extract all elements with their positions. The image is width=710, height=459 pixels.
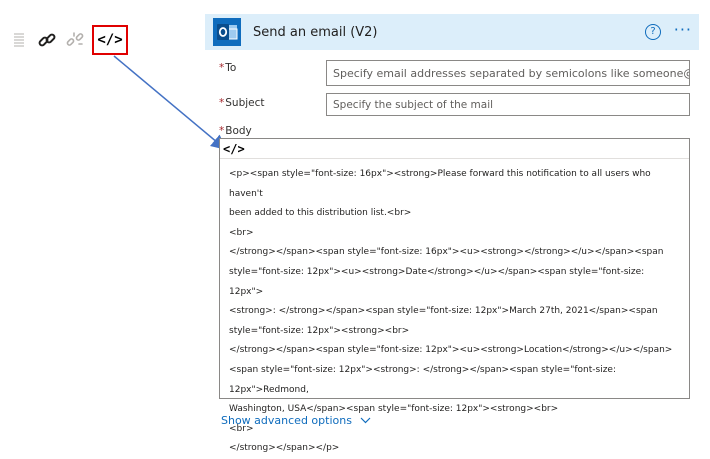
code-view-button[interactable]: </> <box>92 25 128 55</box>
unlink-icon <box>66 32 84 46</box>
subject-label: *Subject <box>219 97 265 109</box>
action-card-header[interactable]: Send an email (V2) ? ··· <box>205 14 699 50</box>
subject-placeholder: Specify the subject of the mail <box>333 98 494 111</box>
body-source-line: </strong></span></p> <box>229 443 340 454</box>
body-source-line: <strong>: </strong></span><span style="f… <box>229 306 658 317</box>
to-input[interactable]: Specify email addresses separated by sem… <box>326 60 690 86</box>
body-code-view-button[interactable]: </> <box>223 142 245 156</box>
body-source-line: style="font-size: 12px"><u><strong>Date<… <box>229 266 648 297</box>
link-button[interactable] <box>36 29 58 51</box>
body-source-line: been added to this distribution list.<br… <box>229 208 412 219</box>
to-placeholder: Specify email addresses separated by sem… <box>333 66 690 80</box>
body-source-line: </strong></span><span style="font-size: … <box>229 247 664 258</box>
grip-icon <box>8 29 30 51</box>
show-advanced-options[interactable]: Show advanced options <box>221 414 371 427</box>
to-label: *To <box>219 62 237 74</box>
link-icon <box>38 33 56 47</box>
body-editor[interactable]: </> <p><span style="font-size: 16px"><st… <box>219 138 690 453</box>
chevron-down-icon <box>360 417 371 424</box>
body-source-line: style="font-size: 12px"><strong><br> <box>229 325 410 336</box>
body-toolbar: </> <box>220 139 689 159</box>
body-source-line: <p><span style="font-size: 16px"><strong… <box>229 169 654 199</box>
unlink-button[interactable] <box>64 29 86 51</box>
card-title: Send an email (V2) <box>253 24 378 40</box>
editor-toolbar: </> <box>8 25 128 55</box>
body-source-line: <br> <box>229 227 254 238</box>
body-label: *Body <box>219 125 252 137</box>
outlook-icon <box>213 18 241 46</box>
body-source-line: </strong></span><span style="font-size: … <box>229 345 673 356</box>
help-icon[interactable]: ? <box>645 24 661 40</box>
more-options-icon[interactable]: ··· <box>674 22 692 38</box>
code-view-icon: </> <box>97 32 123 48</box>
body-source-line: <span style="font-size: 12px"><strong>: … <box>229 364 619 395</box>
subject-input[interactable]: Specify the subject of the mail <box>326 93 690 116</box>
advanced-options-label: Show advanced options <box>221 414 352 427</box>
